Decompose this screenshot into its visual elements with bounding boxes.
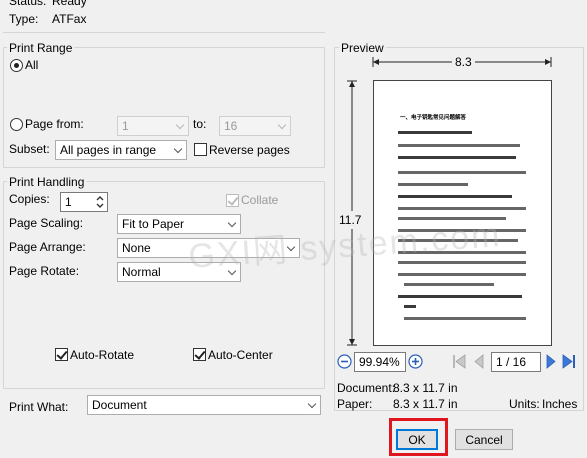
page-text-line [398, 171, 526, 174]
zoom-in-icon[interactable] [408, 354, 423, 369]
paper-label: Paper: [337, 397, 373, 411]
first-page-icon[interactable] [451, 353, 467, 370]
zoom-out-icon[interactable] [337, 354, 352, 369]
page-arrange-value: None [122, 241, 151, 255]
page-text-line [398, 183, 468, 186]
auto-center-label: Auto-Center [208, 348, 273, 362]
ok-label: OK [408, 432, 426, 447]
next-page-icon[interactable] [545, 353, 557, 370]
page-text-line [398, 144, 520, 147]
collate-label: Collate [241, 193, 279, 207]
zoom-field[interactable]: 99.94% [354, 352, 406, 372]
page-from-label: Page from: [25, 117, 84, 131]
page-text-line [404, 305, 416, 308]
document-value: 8.3 x 11.7 in [393, 381, 458, 395]
page-text-line [398, 195, 512, 198]
print-range-title: Print Range [7, 41, 75, 55]
from-page-field[interactable]: 1 [117, 116, 189, 136]
auto-rotate-label: Auto-Rotate [70, 348, 135, 362]
type-value: ATFax [52, 12, 87, 26]
page-text-line [398, 295, 522, 298]
print-what-value: Document [92, 398, 147, 412]
chevron-down-icon [308, 401, 317, 410]
units-label: Units: [509, 397, 540, 411]
paper-value: 8.3 x 11.7 in [393, 397, 458, 411]
page-number-field[interactable]: 1 / 16 [491, 352, 541, 372]
page-rotate-label: Page Rotate: [9, 264, 80, 278]
copies-value: 1 [65, 195, 72, 209]
page-arrange-label: Page Arrange: [9, 240, 86, 254]
ok-button[interactable]: OK [396, 429, 438, 450]
print-what-label: Print What: [9, 400, 69, 414]
preview-title: Preview [339, 41, 386, 55]
page-text-line [398, 273, 526, 276]
units-value: Inches [542, 397, 578, 411]
reverse-pages-checkbox[interactable] [194, 143, 207, 156]
chevron-down-icon [174, 146, 183, 155]
page-text-line [398, 131, 472, 134]
to-page-field[interactable]: 16 [219, 116, 291, 136]
print-what-select[interactable]: Document [87, 395, 321, 415]
to-page-value: 16 [224, 119, 238, 133]
status-value: Ready [52, 0, 87, 8]
auto-rotate-checkbox[interactable] [55, 348, 68, 361]
print-handling-title: Print Handling [7, 175, 87, 189]
cancel-button[interactable]: Cancel [455, 429, 513, 450]
from-page-value: 1 [122, 119, 129, 133]
copies-label: Copies: [9, 192, 50, 206]
subset-select[interactable]: All pages in range [55, 140, 187, 160]
all-label: All [25, 58, 39, 72]
page-rotate-value: Normal [122, 265, 161, 279]
top-divider [3, 32, 325, 33]
type-label: Type: [9, 12, 39, 26]
width-label: 8.3 [452, 55, 475, 69]
page-from-radio[interactable] [10, 118, 23, 131]
page-text-line [398, 156, 516, 159]
status-label: Status: [9, 0, 47, 8]
to-label: to: [193, 117, 207, 131]
previous-page-icon[interactable] [472, 353, 486, 370]
subset-value: All pages in range [60, 143, 157, 157]
all-radio[interactable] [10, 59, 23, 72]
last-page-icon[interactable] [561, 353, 577, 370]
auto-center-checkbox[interactable] [193, 348, 206, 361]
stepper-arrows-icon[interactable] [95, 194, 105, 210]
collate-checkbox[interactable] [226, 194, 239, 207]
document-label: Document: [337, 381, 396, 395]
page-indicator: 1 / 16 [496, 355, 527, 369]
page-text-line [404, 283, 494, 286]
print-handling-group [3, 181, 325, 389]
chevron-down-icon [176, 122, 185, 131]
subset-label: Subset: [9, 142, 50, 156]
zoom-value: 99.94% [359, 355, 400, 369]
chevron-down-icon [278, 122, 287, 131]
page-scaling-label: Page Scaling: [9, 216, 84, 230]
page-text-line [404, 317, 526, 320]
reverse-pages-label: Reverse pages [209, 143, 290, 157]
cancel-label: Cancel [465, 432, 503, 447]
page-scaling-value: Fit to Paper [122, 217, 185, 231]
page-heading: 一、电子钥匙常见问题解答 [400, 115, 467, 121]
copies-stepper[interactable]: 1 [60, 192, 108, 212]
